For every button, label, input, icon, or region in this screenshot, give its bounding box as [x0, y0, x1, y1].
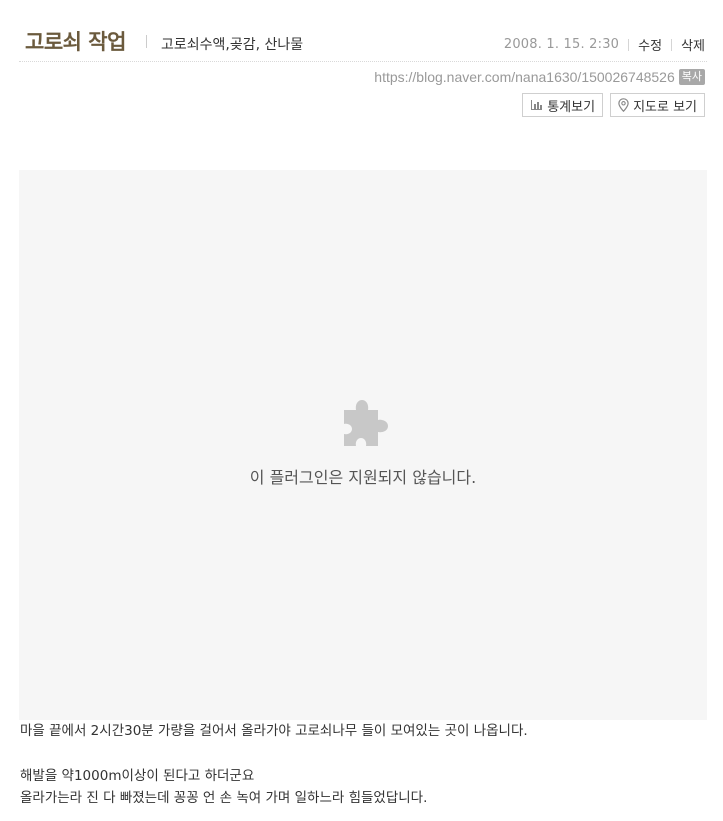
body-paragraph: 올라가는라 진 다 빠졌는데 꽁꽁 언 손 녹여 가며 일하느라 힘들었답니다. — [20, 790, 428, 806]
post-date: 2008. 1. 15. 2:30 — [503, 37, 620, 52]
map-button-label: 지도로 보기 — [633, 99, 697, 115]
bar-chart-icon — [531, 100, 543, 110]
title-divider — [146, 35, 147, 48]
copy-url-button[interactable]: 복사 — [678, 69, 705, 85]
meta-divider — [628, 38, 630, 51]
post-header: 고로쇠 작업 고로쇠수액,곶감, 산나물 2008. 1. 15. 2:30 수… — [19, 0, 707, 62]
delete-button[interactable]: 삭제 — [681, 35, 705, 54]
post-title: 고로쇠 작업 — [25, 30, 126, 54]
post-category[interactable]: 고로쇠수액,곶감, 산나물 — [161, 34, 303, 54]
stats-button-label: 통계보기 — [547, 99, 596, 115]
puzzle-icon — [344, 400, 388, 446]
post-url-row: https://blog.naver.com/nana1630/15002674… — [374, 69, 705, 85]
post-tools: 통계보기 지도로 보기 — [515, 93, 705, 117]
body-paragraph: 마을 끝에서 2시간30분 가량을 걸어서 올라가야 고로쇠나무 들이 모여있는… — [20, 723, 528, 739]
map-button[interactable]: 지도로 보기 — [610, 93, 705, 117]
post-url[interactable]: https://blog.naver.com/nana1630/15002674… — [374, 69, 674, 85]
stats-button[interactable]: 통계보기 — [522, 93, 604, 117]
edit-button[interactable]: 수정 — [638, 35, 662, 54]
meta-divider — [671, 38, 673, 51]
body-paragraph: 해발을 약1000m이상이 된다고 하더군요 — [20, 768, 255, 784]
map-pin-icon — [618, 98, 629, 112]
plugin-unsupported-message: 이 플러그인은 지원되지 않습니다. — [249, 468, 477, 487]
post-meta: 2008. 1. 15. 2:30 수정 삭제 — [504, 35, 705, 54]
unsupported-plugin-area: 이 플러그인은 지원되지 않습니다. — [19, 170, 707, 720]
blog-post: 고로쇠 작업 고로쇠수액,곶감, 산나물 2008. 1. 15. 2:30 수… — [19, 0, 707, 806]
post-body: 마을 끝에서 2시간30분 가량을 걸어서 올라가야 고로쇠나무 들이 모여있는… — [20, 720, 706, 809]
